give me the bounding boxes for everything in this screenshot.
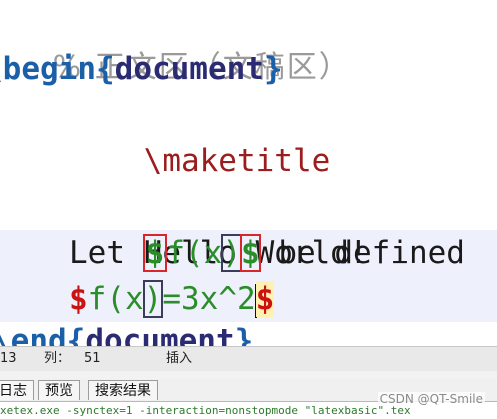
csdn-watermark: CSDN @QT-Smile (377, 392, 485, 406)
let-suffix: be defined (259, 235, 465, 271)
begin-argument: document (114, 51, 264, 87)
let-prefix: Let (69, 235, 144, 271)
editor-line-begin: \begin{document} (0, 46, 497, 92)
dollar-open: $ (145, 235, 165, 271)
panel-separator (0, 371, 497, 379)
paren-match-box: ) (221, 234, 242, 272)
dollar-open-highlight-box: $ (142, 234, 168, 272)
dollar-close: $ (241, 235, 260, 271)
status-insert-mode: 插入 (166, 351, 193, 366)
tab-log[interactable]: 日志 (0, 380, 34, 400)
math-fx: f(x (166, 235, 223, 271)
editor-line-comment: % 正文区（文稿区） (0, 0, 497, 85)
eq-paren-match-box: ) (142, 280, 164, 318)
status-bar: 13 列： 51 插入 (0, 346, 497, 372)
eq-math-b: =3x^2 (162, 281, 256, 317)
eq-dollar-open: $ (69, 281, 88, 317)
editor-line-maketitle: \maketitle (69, 92, 497, 179)
end-command: \end (0, 323, 67, 346)
status-line-number: 13 (0, 351, 17, 366)
status-column-label: 列： (44, 351, 71, 366)
tab-preview[interactable]: 预览 (38, 380, 80, 400)
end-argument: document (85, 323, 235, 346)
eq-dollar-close: $ (255, 281, 275, 317)
begin-command: \begin (0, 51, 96, 87)
editor-line-let: Let $f(x)$ be defined (69, 230, 497, 276)
editor-line-equation: $f(x)=3x^2$ (69, 276, 497, 322)
eq-math-a: f(x (87, 281, 144, 317)
maketitle-command: \maketitle (143, 143, 331, 179)
tab-search-results[interactable]: 搜索结果 (88, 380, 158, 400)
editor-line-hello: Hello World! (69, 184, 497, 271)
code-editor[interactable]: % 正文区（文稿区） \begin{document} \maketitle H… (0, 0, 497, 346)
editor-line-end: \end{document} (0, 318, 497, 346)
dollar-close-highlight-box: $ (240, 234, 261, 272)
status-column-value: 51 (84, 351, 101, 366)
